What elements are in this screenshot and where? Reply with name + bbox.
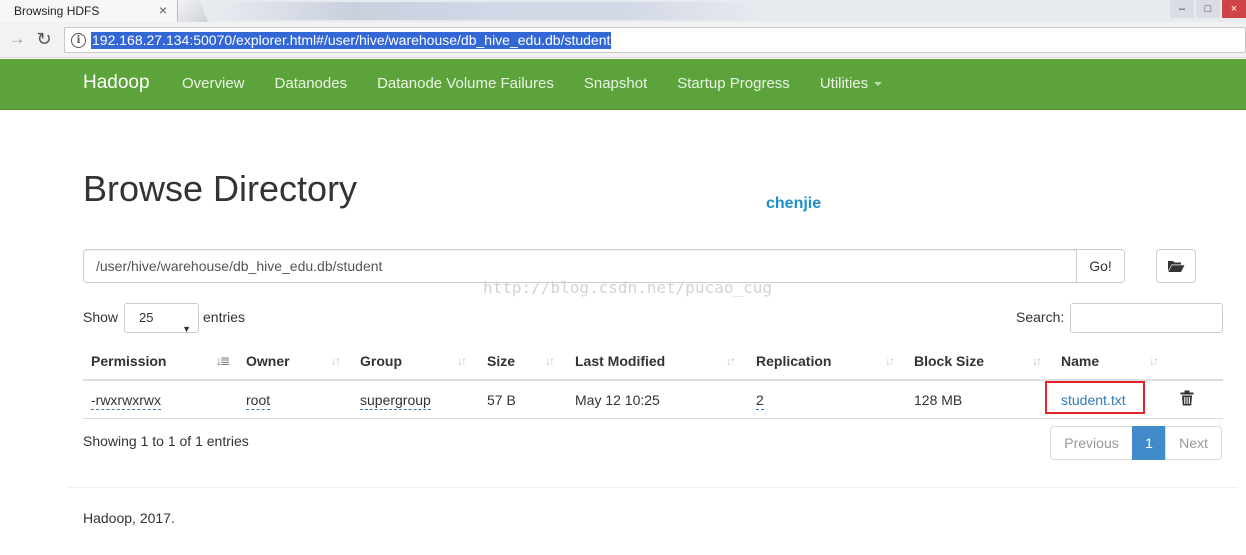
col-permission[interactable]: Permission	[91, 342, 166, 381]
caret-down-icon	[874, 82, 883, 87]
show-label: Show	[83, 309, 119, 325]
col-replication[interactable]: Replication	[756, 342, 831, 381]
page-size-select[interactable]: 25 ▼	[124, 303, 199, 334]
cell-replication[interactable]: 2	[756, 381, 764, 419]
col-size[interactable]: Size	[487, 342, 515, 381]
overlay-annotation: chenjie	[766, 195, 822, 212]
hadoop-navbar: Hadoop Overview Datanodes Datanode Volum…	[0, 59, 1246, 110]
watermark-text: http://blog.csdn.net/pucao_cug	[483, 278, 772, 297]
sort-asc-icon[interactable]: ↓≣	[216, 354, 230, 368]
minimize-icon[interactable]: –	[1170, 0, 1194, 18]
pagination: Previous 1 Next	[1050, 426, 1222, 460]
trash-icon[interactable]	[1180, 390, 1194, 406]
go-button[interactable]: Go!	[1076, 249, 1125, 283]
folder-open-icon	[1168, 261, 1185, 272]
nav-utilities[interactable]: Utilities	[805, 59, 897, 109]
tab-title: Browsing HDFS	[14, 4, 100, 18]
back-arrow-icon[interactable]: →	[6, 28, 28, 50]
owner-value[interactable]: root	[246, 392, 271, 410]
nav-datanodes[interactable]: Datanodes	[260, 59, 363, 109]
cell-group[interactable]: supergroup	[360, 381, 431, 419]
tab-close-icon[interactable]: ×	[159, 3, 167, 17]
window-controls: – □ ×	[1168, 0, 1246, 22]
page-size-value: 25	[139, 310, 154, 325]
sort-icon[interactable]: ↓↑	[1149, 354, 1159, 368]
entries-label: entries	[203, 309, 246, 325]
search-input[interactable]	[1070, 303, 1223, 333]
permission-value[interactable]: -rwxrwxrwx	[91, 392, 161, 410]
new-tab-button[interactable]	[178, 0, 208, 22]
nav-snapshot[interactable]: Snapshot	[569, 59, 662, 109]
nav-startup-progress[interactable]: Startup Progress	[662, 59, 805, 109]
col-name[interactable]: Name	[1061, 342, 1099, 381]
sort-icon[interactable]: ↓↑	[726, 354, 736, 368]
navbar-brand[interactable]: Hadoop	[83, 72, 150, 94]
page-title: Browse Directory	[83, 168, 358, 209]
url-text[interactable]: 192.168.27.134:50070/explorer.html#/user…	[91, 32, 612, 49]
nav-datanode-volume-failures[interactable]: Datanode Volume Failures	[362, 59, 569, 109]
table-header: Permission ↓≣ Owner ↓↑ Group ↓↑ Size ↓↑ …	[83, 342, 1223, 381]
cell-permission[interactable]: -rwxrwxrwx	[91, 381, 161, 419]
replication-value[interactable]: 2	[756, 392, 764, 410]
sort-icon[interactable]: ↓↑	[457, 354, 467, 368]
red-highlight-box	[1045, 381, 1145, 414]
col-block-size[interactable]: Block Size	[914, 342, 984, 381]
col-owner[interactable]: Owner	[246, 342, 290, 381]
address-bar: → ↻ i 192.168.27.134:50070/explorer.html…	[0, 22, 1246, 58]
info-icon[interactable]: i	[71, 33, 86, 48]
select-arrow-icon: ▼	[182, 324, 191, 334]
sort-icon[interactable]: ↓↑	[1032, 354, 1042, 368]
current-page-button[interactable]: 1	[1132, 426, 1166, 460]
table-info: Showing 1 to 1 of 1 entries	[83, 433, 249, 449]
col-last-modified[interactable]: Last Modified	[575, 342, 665, 381]
close-window-icon[interactable]: ×	[1222, 0, 1246, 18]
nav-overview[interactable]: Overview	[167, 59, 260, 109]
blurred-window-title	[220, 2, 760, 20]
group-value[interactable]: supergroup	[360, 392, 431, 410]
sort-icon[interactable]: ↓↑	[331, 354, 341, 368]
previous-page-button[interactable]: Previous	[1050, 426, 1133, 460]
next-page-button[interactable]: Next	[1165, 426, 1222, 460]
cell-size: 57 B	[487, 392, 516, 408]
cell-owner[interactable]: root	[246, 381, 271, 419]
footer-divider	[68, 487, 1238, 488]
nav-utilities-label: Utilities	[819, 75, 869, 92]
url-field[interactable]: i 192.168.27.134:50070/explorer.html#/us…	[64, 27, 1246, 53]
col-group[interactable]: Group	[360, 342, 402, 381]
browser-tab-bar: Browsing HDFS × – □ ×	[0, 0, 1246, 22]
browser-tab[interactable]: Browsing HDFS ×	[0, 0, 178, 22]
cell-last-modified: May 12 10:25	[575, 392, 660, 408]
create-directory-button[interactable]	[1156, 249, 1196, 283]
reload-icon[interactable]: ↻	[33, 28, 55, 50]
search-label: Search:	[1016, 309, 1065, 325]
cell-block-size: 128 MB	[914, 392, 963, 408]
sort-icon[interactable]: ↓↑	[885, 354, 895, 368]
sort-icon[interactable]: ↓↑	[545, 354, 555, 368]
navbar-links: Overview Datanodes Datanode Volume Failu…	[167, 59, 897, 109]
maximize-icon[interactable]: □	[1196, 0, 1220, 18]
footer-text: Hadoop, 2017.	[83, 510, 175, 526]
